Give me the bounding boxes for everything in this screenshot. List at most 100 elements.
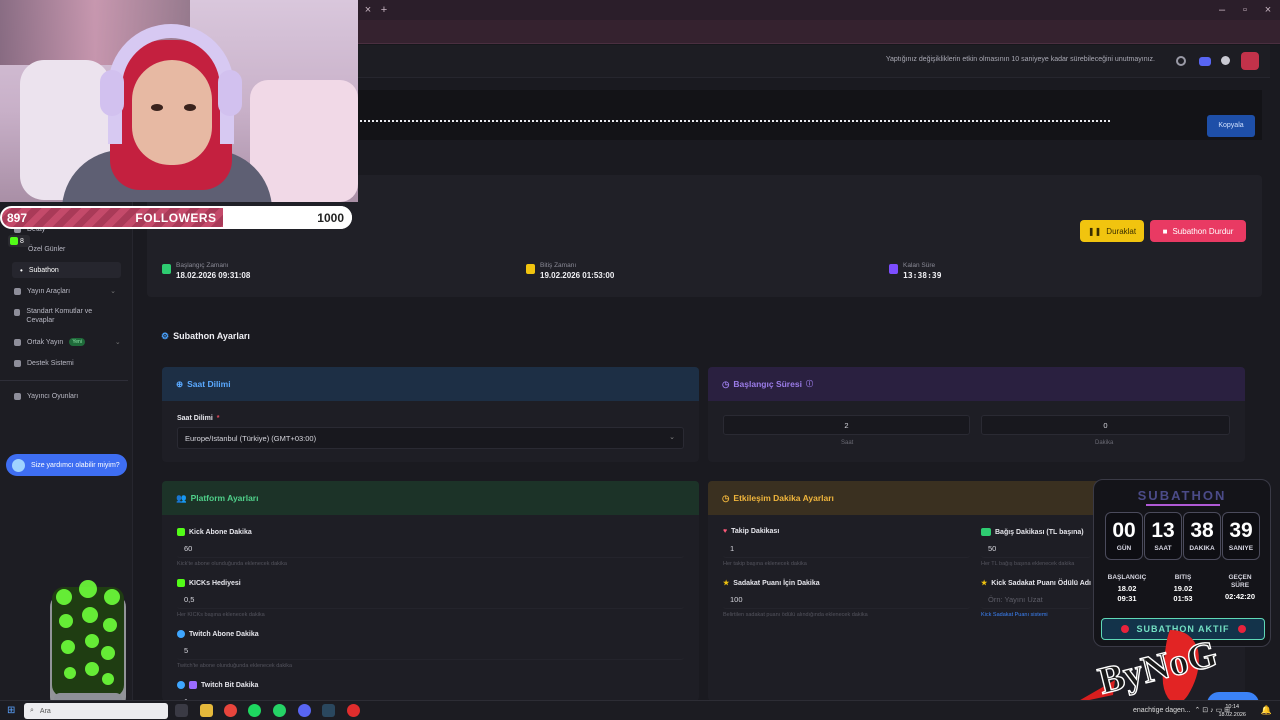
taskbar-clock[interactable]: 10:14 18.02.2026 <box>1218 703 1246 719</box>
sidebar-item-destek-sistemi[interactable]: Destek Sistemi <box>14 360 74 367</box>
discord-icon[interactable] <box>298 704 311 717</box>
taskbar-search-placeholder: Ara <box>39 707 51 715</box>
new-tab-button[interactable]: + <box>376 3 392 17</box>
timezone-select[interactable]: Europe/Istanbul (Türkiye) (GMT+03:00) ⌄ <box>177 427 684 449</box>
widget-start-time: 09:31 <box>1117 594 1137 603</box>
widget-end-date: 19.02 <box>1173 584 1193 593</box>
stop-subathon-button[interactable]: ■ Subathon Durdur <box>1150 220 1246 242</box>
widget-start-date: 18.02 <box>1117 584 1137 593</box>
discord-icon[interactable] <box>1199 57 1211 66</box>
sidebar-item-yayin-araclari[interactable]: Yayın Araçları ⌄ <box>14 287 116 295</box>
tray-notification-text: enachtige dagen... <box>1133 707 1191 714</box>
timezone-panel-title: Saat Dilimi <box>187 379 231 389</box>
moon-icon[interactable] <box>1221 56 1230 65</box>
start-minutes-value: 0 <box>1103 421 1108 430</box>
save-delay-notice: Yaptığınız değişikliklerin etkin olmasın… <box>885 56 1155 63</box>
sidebar-item-yayinci-oyunlari[interactable]: Yayıncı Oyunları <box>14 393 78 400</box>
field-label-text: KICKs Hediyesi <box>189 579 241 587</box>
widget-start: BAŞLANGIÇ 18.02 09:31 <box>1100 574 1154 604</box>
file-explorer-icon[interactable] <box>200 704 213 717</box>
platform-panel-title: Platform Ayarları <box>190 493 259 503</box>
twitch-sub-input[interactable]: 5 <box>177 642 684 660</box>
loyalty-reward-label: ★ Kick Sadakat Puanı Ödülü Adı <box>981 579 1091 588</box>
taskbar-search[interactable]: ⌕ Ara <box>24 703 168 719</box>
calendar-icon <box>162 264 171 274</box>
clock-icon: ◷ <box>722 378 730 389</box>
start-minutes-input[interactable]: 0 <box>981 415 1230 435</box>
sidebar-item-ozel-gunler[interactable]: Özel Günler <box>28 246 65 253</box>
loyalty-minutes-value: 100 <box>730 595 743 604</box>
twitch-sub-label: Twitch Abone Dakika <box>177 630 259 638</box>
whatsapp-icon[interactable] <box>273 704 286 717</box>
hourglass-icon <box>889 264 898 274</box>
follow-minutes-input[interactable]: 1 <box>723 540 970 558</box>
sidebar-item-standart-komutlar[interactable]: Standart Komutlar ve Cevaplar <box>14 307 114 325</box>
copy-button[interactable]: Kopyala <box>1207 115 1255 137</box>
pause-button[interactable]: ❚❚ Duraklat <box>1080 220 1144 242</box>
close-tab-icon[interactable]: × <box>360 3 376 17</box>
maximize-icon[interactable]: ▫ <box>1237 3 1253 17</box>
sidebar-item-label: Yayın Araçları <box>27 287 71 295</box>
loyalty-reward-input[interactable]: Örn: Yayını Uzat <box>981 591 1091 609</box>
help-chat-button[interactable]: Size yardımcı olabilir miyim? <box>6 454 127 476</box>
task-view-icon[interactable] <box>175 704 188 717</box>
minimize-icon[interactable]: – <box>1214 3 1230 17</box>
kicks-gift-hint: Her KICKs başına eklenecek dakika <box>177 612 265 618</box>
clock-icon: ◷ <box>722 492 730 503</box>
loyalty-system-link[interactable]: Kick Sadakat Puanı sistemi <box>981 612 1048 618</box>
record-dot-icon <box>1237 625 1246 633</box>
chevron-down-icon: ⌄ <box>114 339 121 346</box>
countdown-seconds: 39 SANIYE <box>1222 512 1260 560</box>
sidebar-item-ortak-yayin[interactable]: Ortak Yayın Yeni ⌄ <box>14 338 121 346</box>
timezone-panel: ⊕ Saat Dilimi Saat Dilimi * Europe/Istanbu… <box>162 367 699 462</box>
field-label-text: Kick Sadakat Puanı Ödülü Adı <box>991 579 1091 587</box>
windows-start-icon[interactable]: ⊞ <box>7 705 15 716</box>
follow-minutes-value: 1 <box>730 544 735 553</box>
windows-taskbar: ⊞ ⌕ Ara enachtige dagen... ⌃ ⊡ ♪ ▭ ⊞ 10:1… <box>0 700 1280 720</box>
support-icon[interactable] <box>1176 56 1186 66</box>
sidebar-item-label: Özel Günler <box>28 246 66 253</box>
countdown-value: 00 <box>1112 519 1136 542</box>
countdown-minutes: 38 DAKIKA <box>1183 512 1221 560</box>
followers-goal: 1000 <box>317 211 344 225</box>
timezone-label-text: Saat Dilimi <box>177 415 213 422</box>
field-label-text: Twitch Bit Dakika <box>201 681 259 689</box>
masked-overlay-link <box>360 120 1110 122</box>
headset-earcup <box>218 70 242 116</box>
settings-title: ⚙ Subathon Ayarları <box>161 331 250 342</box>
widget-end-label: BITIŞ <box>1174 574 1192 581</box>
user-avatar[interactable] <box>1241 52 1259 70</box>
donation-minutes-label: Bağış Dakikası (TL başına) <box>981 528 1084 536</box>
calendar-icon <box>526 264 535 274</box>
headset-earcup <box>100 70 124 116</box>
donation-minutes-input[interactable]: 50 <box>981 540 1091 558</box>
chrome-icon[interactable] <box>224 704 237 717</box>
steam-icon[interactable] <box>322 704 335 717</box>
kick-icon <box>177 528 185 536</box>
field-label-text: Twitch Abone Dakika <box>189 630 259 638</box>
start-hours-input[interactable]: 2 <box>723 415 970 435</box>
webcam-feed <box>0 0 358 202</box>
sidebar-item-label: Yayıncı Oyunları <box>27 393 79 400</box>
plant-jar-decoration <box>50 580 126 711</box>
obs-icon[interactable] <box>347 704 360 717</box>
sidebar-item-label: Destek Sistemi <box>27 360 74 367</box>
system-tray[interactable]: enachtige dagen... ⌃ ⊡ ♪ ▭ ⊞ <box>1133 706 1230 714</box>
twitch-icon <box>177 681 185 689</box>
kick-sub-input[interactable]: 60 <box>177 540 684 558</box>
countdown-unit: GÜN <box>1116 545 1132 552</box>
spotify-icon[interactable] <box>248 704 261 717</box>
loyalty-minutes-hint: Belirtilen sadakat puanı ödülü alındığın… <box>723 612 868 618</box>
kicks-gift-input[interactable]: 0,5 <box>177 591 684 609</box>
loyalty-minutes-input[interactable]: 100 <box>723 591 970 609</box>
sidebar-item-subathon[interactable]: • Subathon <box>12 262 121 278</box>
twitch-sub-hint: Twitch'te abone olunduğunda eklenecek da… <box>177 663 293 669</box>
star-icon: ★ <box>723 580 730 587</box>
kicks-gift-value: 0,5 <box>184 595 195 604</box>
notification-bell-icon[interactable]: 🔔 <box>1261 705 1272 716</box>
end-time-value: 19.02.2026 01:53:00 <box>540 271 615 280</box>
sidebar-item-label: Standart Komutlar ve Cevaplar <box>26 308 93 324</box>
loyalty-reward-placeholder: Örn: Yayını Uzat <box>988 595 1043 604</box>
widget-elapsed-value: 02:42:20 <box>1224 592 1256 601</box>
window-close-icon[interactable]: × <box>1260 3 1276 17</box>
